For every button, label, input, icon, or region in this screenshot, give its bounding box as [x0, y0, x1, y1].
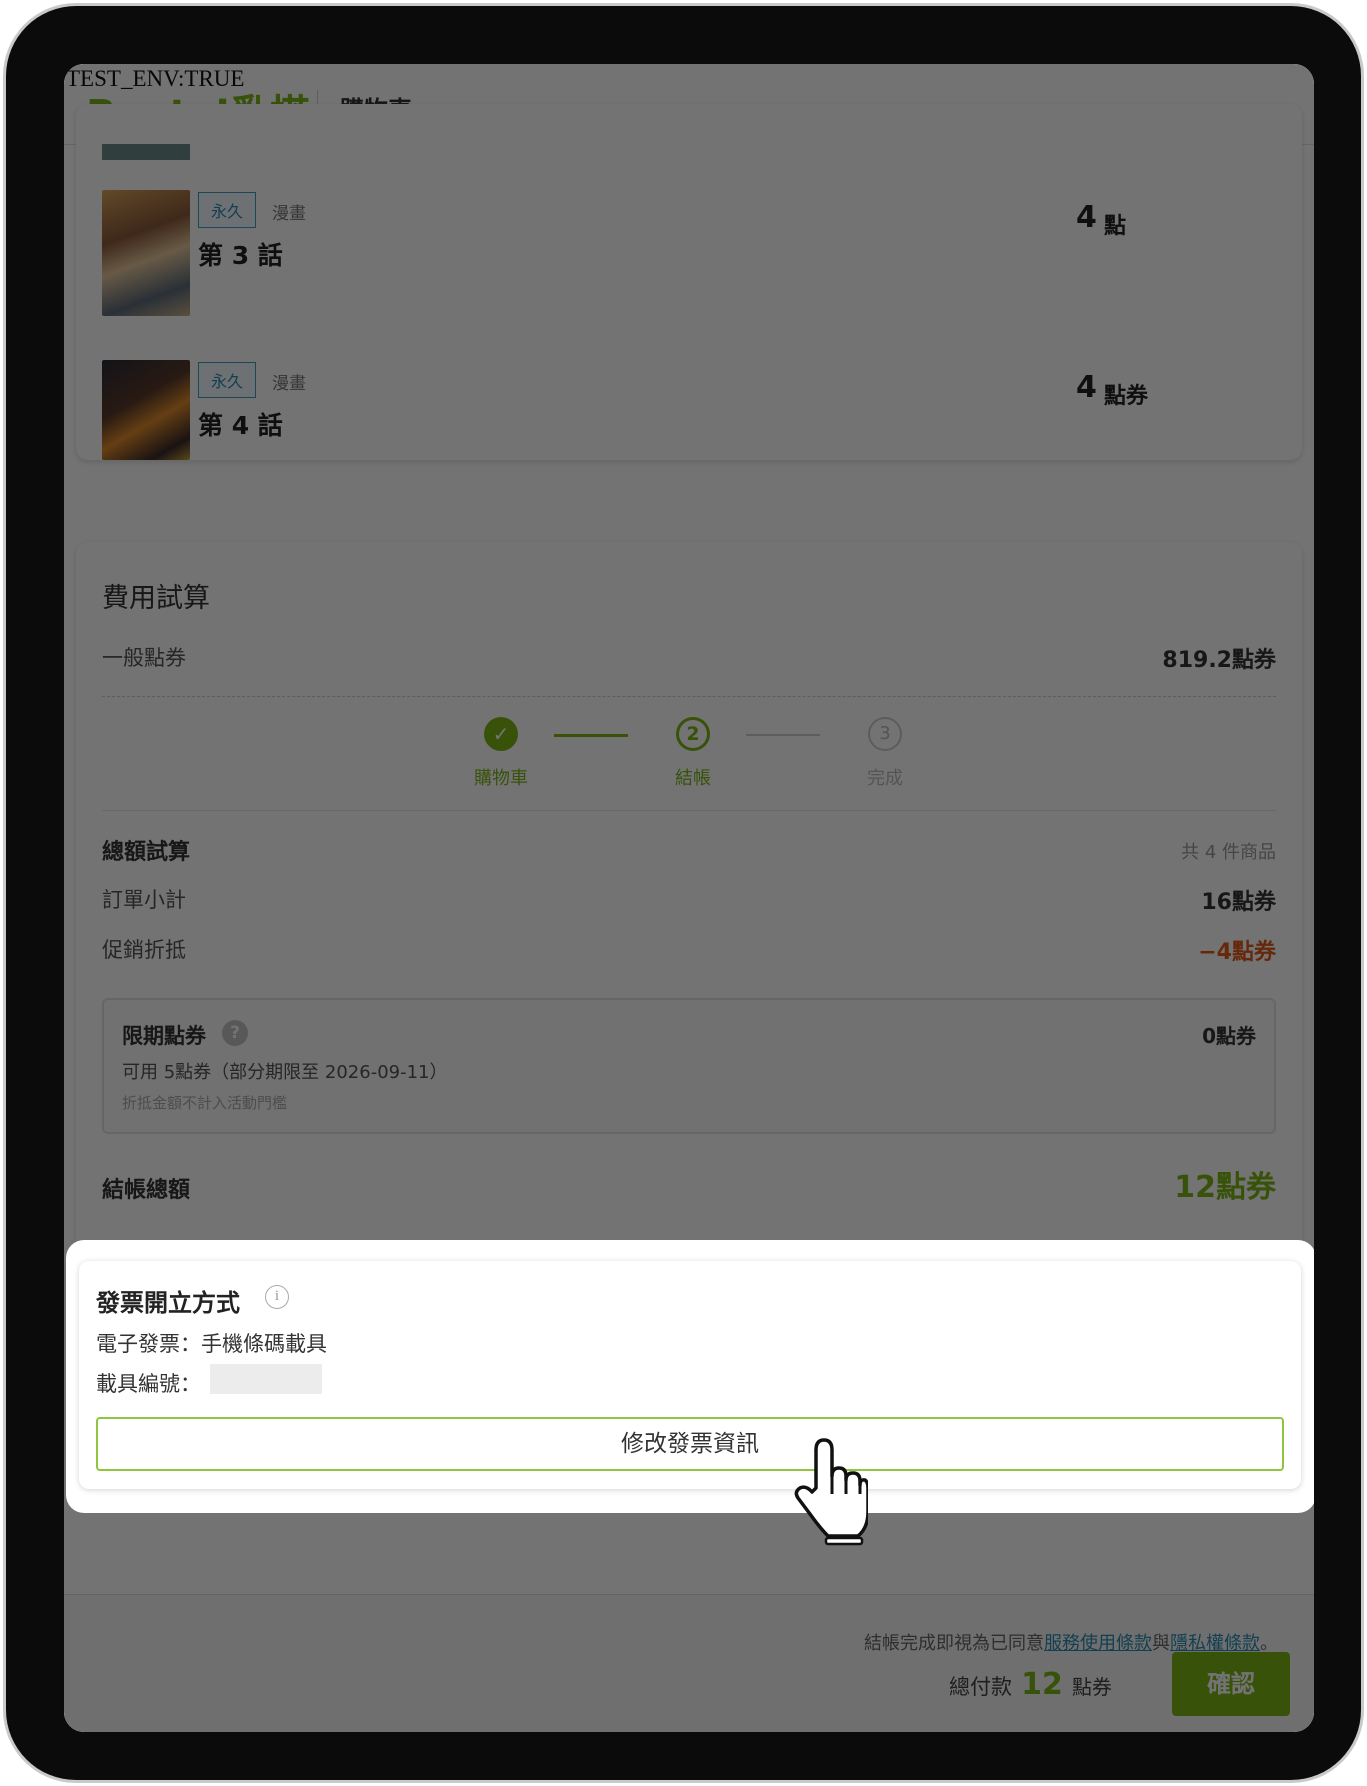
limited-points-box: 限期點券 ? 0點券 可用 5點券（部分期限至 2026-09-11） 折抵金額…	[102, 998, 1276, 1134]
dashed-divider	[102, 696, 1276, 697]
fee-estimate-card: 費用試算 一般點券 819.2點券 ✓ 2 3 購物車 結帳 完成 總額試算 共…	[76, 542, 1302, 1302]
env-flag: TEST_ENV:TRUE	[66, 66, 245, 91]
footer-total: 總付款 12 點券	[949, 1667, 1112, 1702]
step-checkout-icon: 2	[676, 717, 710, 751]
terms-and: 與	[1152, 1633, 1170, 1654]
cart-items-card: 永久 漫畫 第 3 話 4 點 永久 漫畫 第 4 話 4 點券	[76, 104, 1302, 460]
discount-value: −4點券	[1198, 940, 1276, 965]
general-points-label: 一般點券	[102, 646, 186, 670]
footer-total-num: 12	[1021, 1667, 1063, 1702]
item-price-unit: 點	[1104, 214, 1127, 239]
checkout-footer: 結帳完成即視為已同意服務使用條款與隱私權條款。 總付款 12 點券	[64, 1594, 1314, 1732]
info-icon[interactable]: i	[265, 1285, 289, 1309]
invoice-type: 電子發票：手機條碼載具	[96, 1332, 327, 1356]
summary-title: 總額試算	[102, 840, 191, 865]
category-label: 漫畫	[272, 374, 306, 394]
step-label-cart: 購物車	[474, 768, 528, 789]
privacy-link[interactable]: 隱私權條款	[1170, 1633, 1260, 1654]
carrier-label: 載具編號：	[96, 1372, 201, 1396]
footer-total-unit: 點券	[1071, 1675, 1112, 1699]
edit-invoice-button[interactable]: 修改發票資訊	[96, 1417, 1284, 1471]
limited-points-value: 0點券	[1202, 1024, 1256, 1048]
item-price: 4	[1076, 200, 1097, 235]
step-complete-icon: 3	[868, 717, 902, 751]
step-connector	[746, 734, 820, 736]
carrier-number-redacted	[210, 1364, 322, 1394]
fee-title: 費用試算	[102, 583, 210, 614]
footer-total-label: 總付款	[949, 1675, 1012, 1699]
invoice-title: 發票開立方式	[96, 1289, 240, 1317]
cover-thumbnail[interactable]	[102, 190, 190, 316]
permanent-tag: 永久	[198, 192, 257, 228]
partial-thumb	[102, 144, 190, 160]
grand-total-value: 12點券	[1174, 1170, 1276, 1205]
subtotal-value: 16點券	[1201, 890, 1276, 915]
step-label-checkout: 結帳	[675, 768, 711, 789]
terms-prefix: 結帳完成即視為已同意	[864, 1633, 1044, 1654]
episode-title[interactable]: 第 3 話	[198, 236, 283, 272]
cover-thumbnail[interactable]	[102, 360, 190, 460]
limited-points-label: 限期點券	[122, 1024, 206, 1048]
step-cart-icon: ✓	[484, 717, 518, 751]
step-number: 3	[879, 723, 891, 744]
discount-label: 促銷折抵	[102, 938, 186, 962]
episode-title[interactable]: 第 4 話	[198, 406, 283, 442]
help-icon[interactable]: ?	[222, 1020, 248, 1046]
step-number: 2	[686, 723, 700, 745]
subtotal-label: 訂單小計	[102, 888, 186, 912]
item-count: 共 4 件商品	[1181, 842, 1276, 863]
divider	[102, 810, 1276, 811]
limited-points-note: 折抵金額不計入活動門檻	[122, 1094, 288, 1112]
step-label-complete: 完成	[867, 768, 903, 789]
grand-total-label: 結帳總額	[102, 1178, 191, 1203]
confirm-button[interactable]: 確認	[1172, 1652, 1290, 1716]
terms-suffix: 。	[1260, 1633, 1278, 1654]
category-label: 漫畫	[272, 204, 306, 224]
item-price: 4	[1076, 370, 1097, 405]
limited-points-availability: 可用 5點券（部分期限至 2026-09-11）	[122, 1062, 448, 1083]
pointer-hand-icon	[794, 1438, 868, 1546]
invoice-card: 發票開立方式 i 電子發票：手機條碼載具 載具編號： 修改發票資訊	[79, 1261, 1301, 1489]
invoice-highlight: 發票開立方式 i 電子發票：手機條碼載具 載具編號： 修改發票資訊	[66, 1240, 1314, 1513]
step-connector	[554, 734, 628, 737]
permanent-tag: 永久	[198, 362, 257, 398]
tablet-frame: TEST_ENV:TRUE Renta!亂搭 購物車 永久 漫畫 第 3 話 4…	[6, 6, 1361, 1780]
general-points-value: 819.2點券	[1162, 648, 1276, 673]
item-price-unit: 點券	[1104, 384, 1149, 409]
screen: TEST_ENV:TRUE Renta!亂搭 購物車 永久 漫畫 第 3 話 4…	[64, 64, 1314, 1732]
terms-link[interactable]: 服務使用條款	[1044, 1633, 1152, 1654]
check-icon: ✓	[492, 722, 510, 746]
